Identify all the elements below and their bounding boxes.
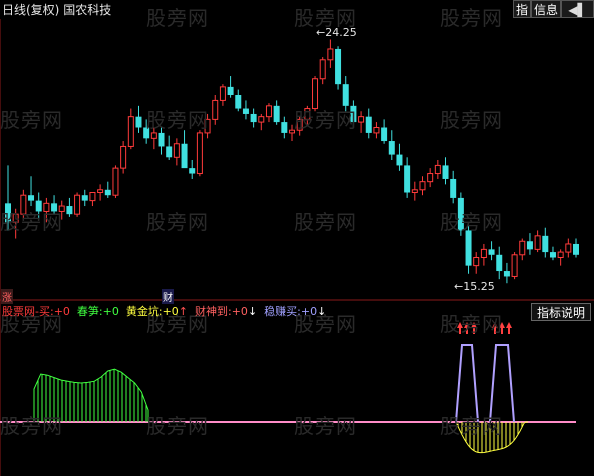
indicator-help-button[interactable]: 指标说明 bbox=[531, 303, 591, 321]
candle-body bbox=[74, 194, 81, 215]
candle-body bbox=[327, 48, 334, 61]
indicator-legend: 股票网-买:+0 春笋:+0 黄金坑:+0↑ 财神到:+0↓ 稳赚买:+0↓ bbox=[2, 303, 326, 319]
candle-body bbox=[473, 257, 480, 267]
candle-body bbox=[480, 248, 487, 258]
candle-body bbox=[358, 116, 365, 123]
candle-body bbox=[166, 146, 173, 158]
candle-body bbox=[97, 189, 104, 194]
zhang-badge: 涨 bbox=[1, 289, 13, 304]
candle-body bbox=[434, 164, 441, 175]
price-low-label: ←15.25 bbox=[454, 280, 495, 293]
candle-body bbox=[396, 154, 403, 166]
candle-body bbox=[28, 195, 35, 201]
candle-body bbox=[319, 59, 326, 80]
candle-body bbox=[281, 122, 288, 133]
candle-body bbox=[81, 195, 88, 201]
candle-body bbox=[342, 84, 349, 106]
candle-body bbox=[104, 189, 111, 196]
candle-body bbox=[235, 95, 242, 109]
candle-body bbox=[158, 132, 165, 147]
candle-body bbox=[549, 252, 556, 258]
legend-item-wenzhuanmai: 稳赚买:+0↓ bbox=[264, 305, 327, 318]
candle-body bbox=[573, 243, 579, 255]
candle-body bbox=[488, 249, 495, 255]
candle-body bbox=[127, 116, 134, 147]
candle-body bbox=[112, 167, 119, 196]
watermark: 股旁网 bbox=[440, 6, 503, 30]
red-up-arrow bbox=[506, 322, 512, 334]
candle-body bbox=[565, 243, 572, 253]
watermark: 股旁网 bbox=[146, 6, 209, 30]
watermark: 股旁网 bbox=[294, 108, 357, 132]
candle-body bbox=[135, 116, 142, 128]
candle-body bbox=[89, 192, 96, 202]
collapse-arrow-button[interactable]: ◀▌ bbox=[561, 0, 594, 18]
stock-header: 日线(复权) 国农科技 bbox=[2, 1, 111, 18]
candle-body bbox=[465, 230, 472, 266]
watermark: 股旁网 bbox=[146, 210, 209, 234]
candle-body bbox=[534, 235, 541, 250]
candle-body bbox=[335, 48, 342, 85]
candle-body bbox=[196, 132, 203, 175]
candle-body bbox=[511, 254, 518, 277]
candle-body bbox=[66, 206, 73, 215]
candle-body bbox=[381, 127, 388, 142]
candle-body bbox=[519, 240, 526, 256]
candle-body bbox=[212, 99, 219, 120]
candle-body bbox=[496, 254, 503, 272]
period-label: 日线(复权) bbox=[2, 3, 60, 17]
candle-body bbox=[404, 165, 411, 193]
cai-badge: 财 bbox=[162, 289, 174, 304]
watermark: 股旁网 bbox=[440, 312, 503, 336]
candle-body bbox=[250, 113, 257, 123]
candle-body bbox=[150, 132, 157, 139]
watermark: 股旁网 bbox=[146, 414, 209, 438]
candle-body bbox=[450, 178, 457, 198]
candle-body bbox=[365, 116, 372, 133]
stock-name: 国农科技 bbox=[63, 3, 112, 17]
candle-body bbox=[388, 141, 395, 155]
candle-body bbox=[242, 108, 249, 114]
watermark: 股旁网 bbox=[0, 108, 63, 132]
kline-chart[interactable] bbox=[0, 0, 594, 476]
candle-body bbox=[427, 173, 434, 183]
candle-body bbox=[373, 127, 380, 134]
candle-body bbox=[526, 241, 533, 250]
watermark: 股旁网 bbox=[294, 210, 357, 234]
watermark: 股旁网 bbox=[0, 210, 63, 234]
candle-body bbox=[258, 116, 265, 123]
candle-body bbox=[227, 86, 234, 95]
watermark: 股旁网 bbox=[440, 414, 503, 438]
price-high-label: ←24.25 bbox=[316, 26, 357, 39]
candle-body bbox=[419, 181, 426, 191]
candle-body bbox=[557, 251, 564, 258]
candle-body bbox=[120, 145, 127, 169]
candle-body bbox=[219, 86, 226, 101]
candle-body bbox=[503, 271, 510, 277]
candle-body bbox=[442, 165, 449, 179]
candle-body bbox=[542, 235, 549, 253]
candle-body bbox=[273, 105, 280, 123]
watermark: 股旁网 bbox=[440, 108, 503, 132]
watermark: 股旁网 bbox=[294, 414, 357, 438]
indicator-button[interactable]: 指 bbox=[513, 0, 531, 18]
candle-body bbox=[173, 143, 180, 158]
watermark: 股旁网 bbox=[440, 210, 503, 234]
watermark: 股旁网 bbox=[146, 108, 209, 132]
candle-body bbox=[189, 168, 196, 174]
candle-body bbox=[181, 143, 188, 169]
legend-item-chunsun: 春笋:+0 bbox=[76, 305, 119, 318]
legend-item-caishendao: 财神到:+0↓ bbox=[195, 305, 258, 318]
candle-body bbox=[411, 189, 418, 194]
candle-body bbox=[265, 105, 272, 118]
info-button[interactable]: 信息 bbox=[531, 0, 561, 18]
legend-item-gupiao: 股票网-买:+0 bbox=[2, 305, 70, 318]
watermark: 股旁网 bbox=[0, 414, 63, 438]
legend-item-huangjinkeng: 黄金坑:+0↑ bbox=[125, 305, 188, 318]
